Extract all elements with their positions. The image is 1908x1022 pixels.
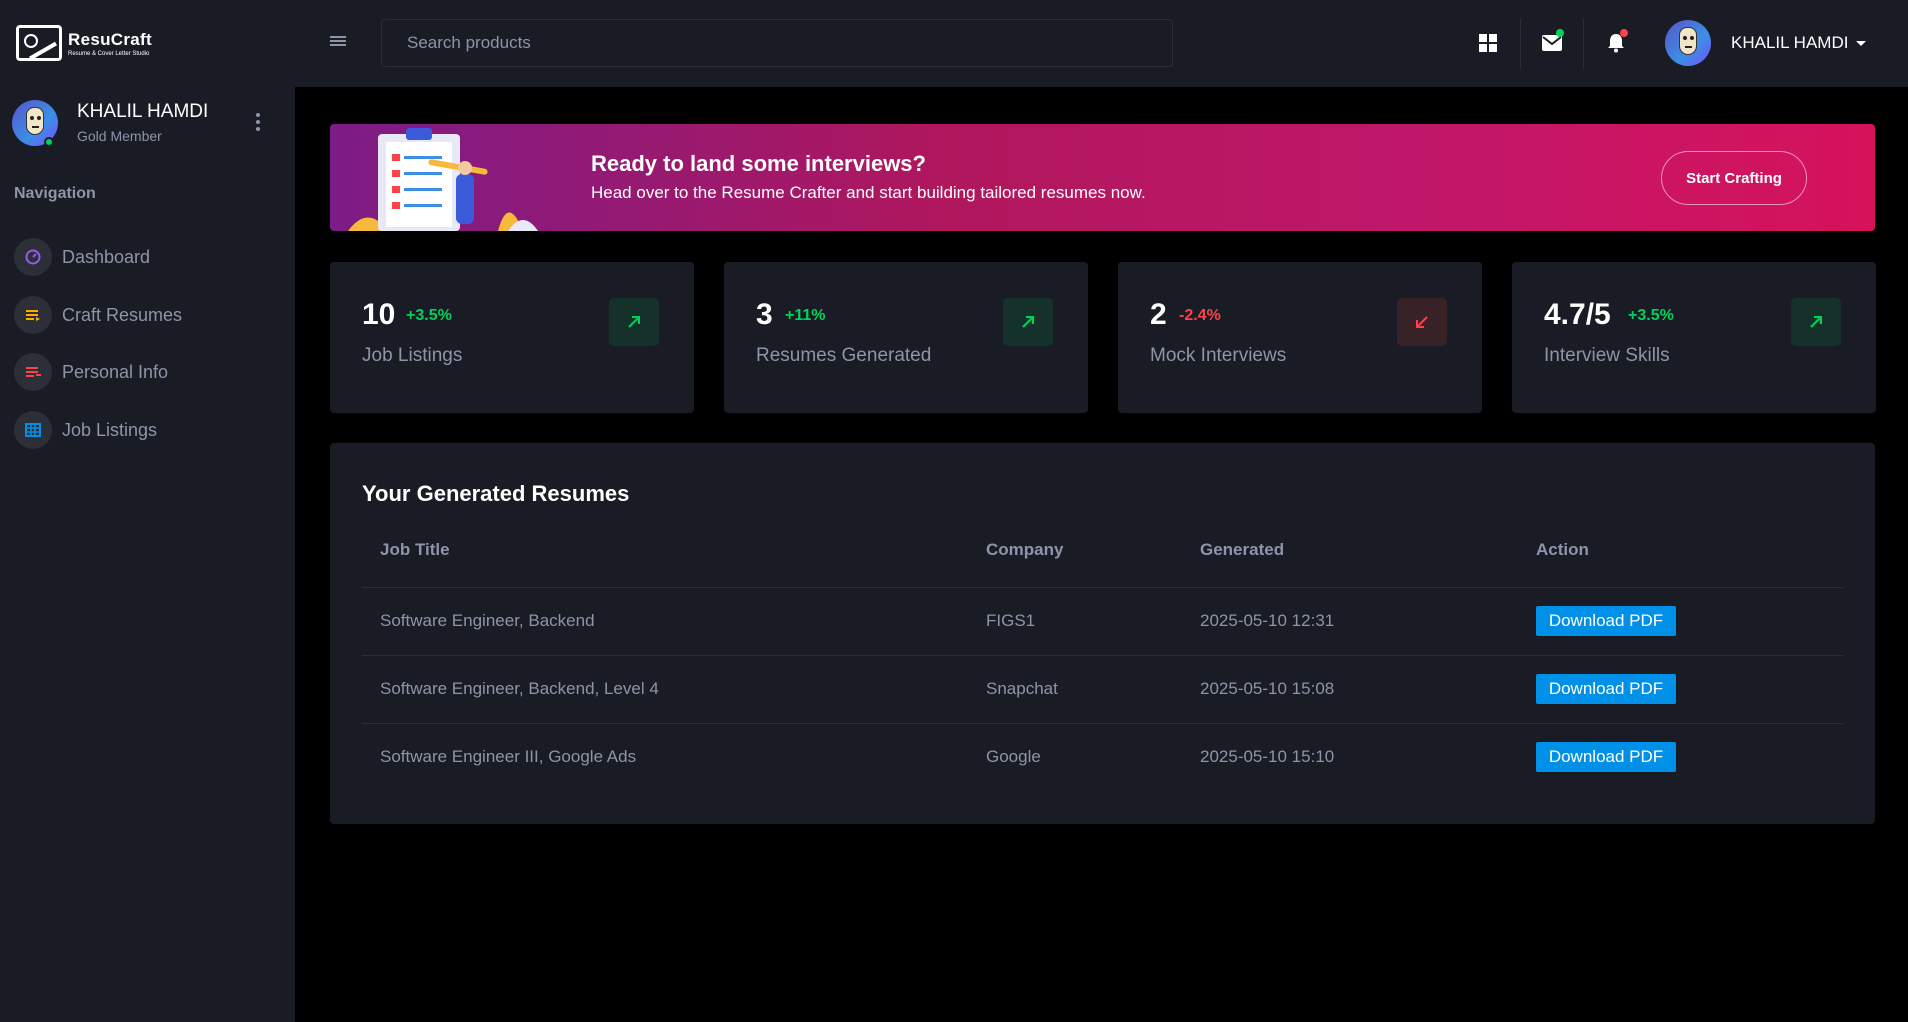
start-crafting-button[interactable]: Start Crafting	[1661, 151, 1807, 205]
company-cell: Google	[986, 747, 1041, 766]
sidebar-item-personal-info[interactable]: Personal Info	[14, 352, 274, 392]
sidebar-item-label: Job Listings	[62, 419, 158, 440]
generated-resumes-card: Your Generated Resumes Job Title Company…	[330, 443, 1875, 824]
job-title-cell: Software Engineer, Backend, Level 4	[380, 679, 659, 698]
stat-value: 4.7/5	[1544, 298, 1611, 331]
sidebar-user-name: KHALIL HAMDI	[77, 101, 209, 122]
playlist-icon	[14, 353, 52, 391]
clipboard-illustration	[348, 128, 538, 231]
chevron-down-icon	[1856, 40, 1867, 46]
generated-cell: 2025-05-10 15:08	[1200, 679, 1335, 698]
column-header-action: Action	[1536, 540, 1589, 559]
logo-icon	[16, 25, 62, 61]
mail-status-dot	[1556, 29, 1564, 37]
sidebar-item-job-listings[interactable]: Job Listings	[14, 410, 274, 450]
stat-card-interview-skills: 4.7/5 +3.5% Interview Skills	[1512, 262, 1876, 413]
arrow-up-right-icon	[609, 298, 659, 346]
logo-name: ResuCraft	[68, 29, 152, 49]
notification-dot	[1620, 29, 1628, 37]
online-status-dot	[44, 137, 54, 147]
generated-cell: 2025-05-10 12:31	[1200, 611, 1335, 630]
table-icon	[14, 411, 52, 449]
sidebar: KHALIL HAMDI Gold Member Navigation Dash…	[0, 87, 295, 1022]
company-cell: Snapchat	[986, 679, 1058, 698]
user-name: KHALIL HAMDI	[1731, 33, 1849, 52]
stat-label: Interview Skills	[1544, 345, 1670, 366]
stat-value: 10	[362, 298, 396, 331]
app-logo[interactable]: ResuCraft Resume & Cover Letter Studio	[16, 25, 152, 61]
stat-card-job-listings: 10 +3.5% Job Listings	[330, 262, 694, 413]
more-options-icon[interactable]	[256, 113, 262, 131]
download-pdf-button[interactable]: Download PDF	[1536, 742, 1676, 772]
column-header-job-title: Job Title	[380, 540, 450, 559]
top-navbar: ResuCraft Resume & Cover Letter Studio K…	[0, 0, 1908, 87]
generated-cell: 2025-05-10 15:10	[1200, 747, 1335, 766]
stat-value: 2	[1150, 298, 1167, 331]
stat-card-mock-interviews: 2 -2.4% Mock Interviews	[1118, 262, 1482, 413]
logo-tagline: Resume & Cover Letter Studio	[68, 50, 150, 57]
stat-label: Job Listings	[362, 345, 463, 366]
stat-change: +11%	[785, 307, 826, 324]
banner-title: Ready to land some interviews?	[591, 151, 926, 176]
stat-card-resumes-generated: 3 +11% Resumes Generated	[724, 262, 1088, 413]
promo-banner: Ready to land some interviews? Head over…	[330, 124, 1875, 231]
table-row: Software Engineer III, Google Ads Google…	[362, 724, 1843, 792]
table-header: Job Title Company Generated Action	[362, 540, 1843, 588]
user-menu[interactable]: KHALIL HAMDI	[1665, 20, 1867, 66]
sidebar-item-dashboard[interactable]: Dashboard	[14, 237, 274, 277]
stat-value: 3	[756, 298, 773, 331]
nav-heading: Navigation	[14, 185, 96, 202]
banner-subtitle: Head over to the Resume Crafter and star…	[591, 183, 1146, 202]
company-cell: FIGS1	[986, 611, 1036, 630]
sidebar-item-label: Dashboard	[62, 246, 151, 267]
arrow-up-right-icon	[1791, 298, 1841, 346]
column-header-generated: Generated	[1200, 540, 1285, 559]
membership-label: Gold Member	[77, 128, 162, 144]
mail-icon[interactable]	[1534, 25, 1570, 61]
stat-change: -2.4%	[1179, 307, 1221, 324]
avatar	[1665, 20, 1711, 66]
sidebar-item-label: Craft Resumes	[62, 304, 183, 325]
stat-change: +3.5%	[1628, 307, 1674, 324]
table-row: Software Engineer, Backend FIGS1 2025-05…	[362, 588, 1843, 656]
sidebar-item-craft-resumes[interactable]: Craft Resumes	[14, 295, 274, 335]
section-title: Your Generated Resumes	[362, 481, 630, 506]
divider	[1583, 18, 1584, 68]
column-header-company: Company	[986, 540, 1064, 559]
job-title-cell: Software Engineer, Backend	[380, 611, 595, 630]
stat-label: Resumes Generated	[756, 345, 932, 366]
stat-change: +3.5%	[406, 307, 452, 324]
divider	[1520, 18, 1521, 68]
sidebar-item-label: Personal Info	[62, 361, 169, 382]
menu-toggle-icon[interactable]	[330, 33, 346, 49]
download-pdf-button[interactable]: Download PDF	[1536, 674, 1676, 704]
table-row: Software Engineer, Backend, Level 4 Snap…	[362, 656, 1843, 724]
arrow-down-left-icon	[1397, 298, 1447, 346]
speedometer-icon	[14, 238, 52, 276]
arrow-up-right-icon	[1003, 298, 1053, 346]
search-input[interactable]	[381, 19, 1173, 67]
grid-icon[interactable]	[1470, 25, 1506, 61]
stat-label: Mock Interviews	[1150, 345, 1287, 366]
job-title-cell: Software Engineer III, Google Ads	[380, 747, 637, 766]
list-icon	[14, 296, 52, 334]
bell-icon[interactable]	[1598, 25, 1634, 61]
download-pdf-button[interactable]: Download PDF	[1536, 606, 1676, 636]
